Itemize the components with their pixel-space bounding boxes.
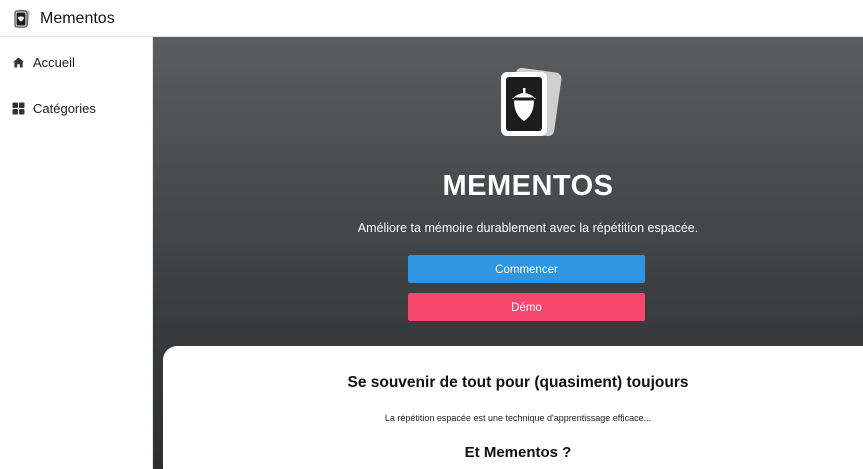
card-acorn-icon — [14, 9, 30, 28]
demo-button[interactable]: Démo — [408, 293, 645, 321]
card-title: Se souvenir de tout pour (quasiment) tou… — [347, 374, 689, 391]
hero-subtitle: Améliore ta mémoire durablement avec la … — [357, 221, 699, 235]
card-acorn-icon — [501, 67, 562, 137]
card-text: La répétition espacée est une technique … — [384, 413, 652, 423]
sidebar: Accueil Catégories — [0, 37, 153, 469]
sidebar-item-home[interactable]: Accueil — [0, 47, 152, 79]
card-subtitle: Et Mementos ? — [464, 444, 572, 461]
home-icon — [13, 57, 24, 68]
sidebar-item-label: Catégories — [33, 101, 96, 116]
grid-icon — [12, 102, 25, 115]
sidebar-item-label: Accueil — [33, 55, 75, 70]
start-button[interactable]: Commencer — [408, 255, 645, 283]
hero-section: MEMENTOS Améliore ta mémoire durablement… — [153, 37, 863, 469]
app-header: Mementos — [0, 0, 863, 37]
sidebar-item-categories[interactable]: Catégories — [0, 93, 152, 125]
intro-card: Se souvenir de tout pour (quasiment) tou… — [163, 346, 863, 469]
hero-title: MEMENTOS — [442, 170, 614, 202]
app-title: Mementos — [40, 10, 115, 27]
